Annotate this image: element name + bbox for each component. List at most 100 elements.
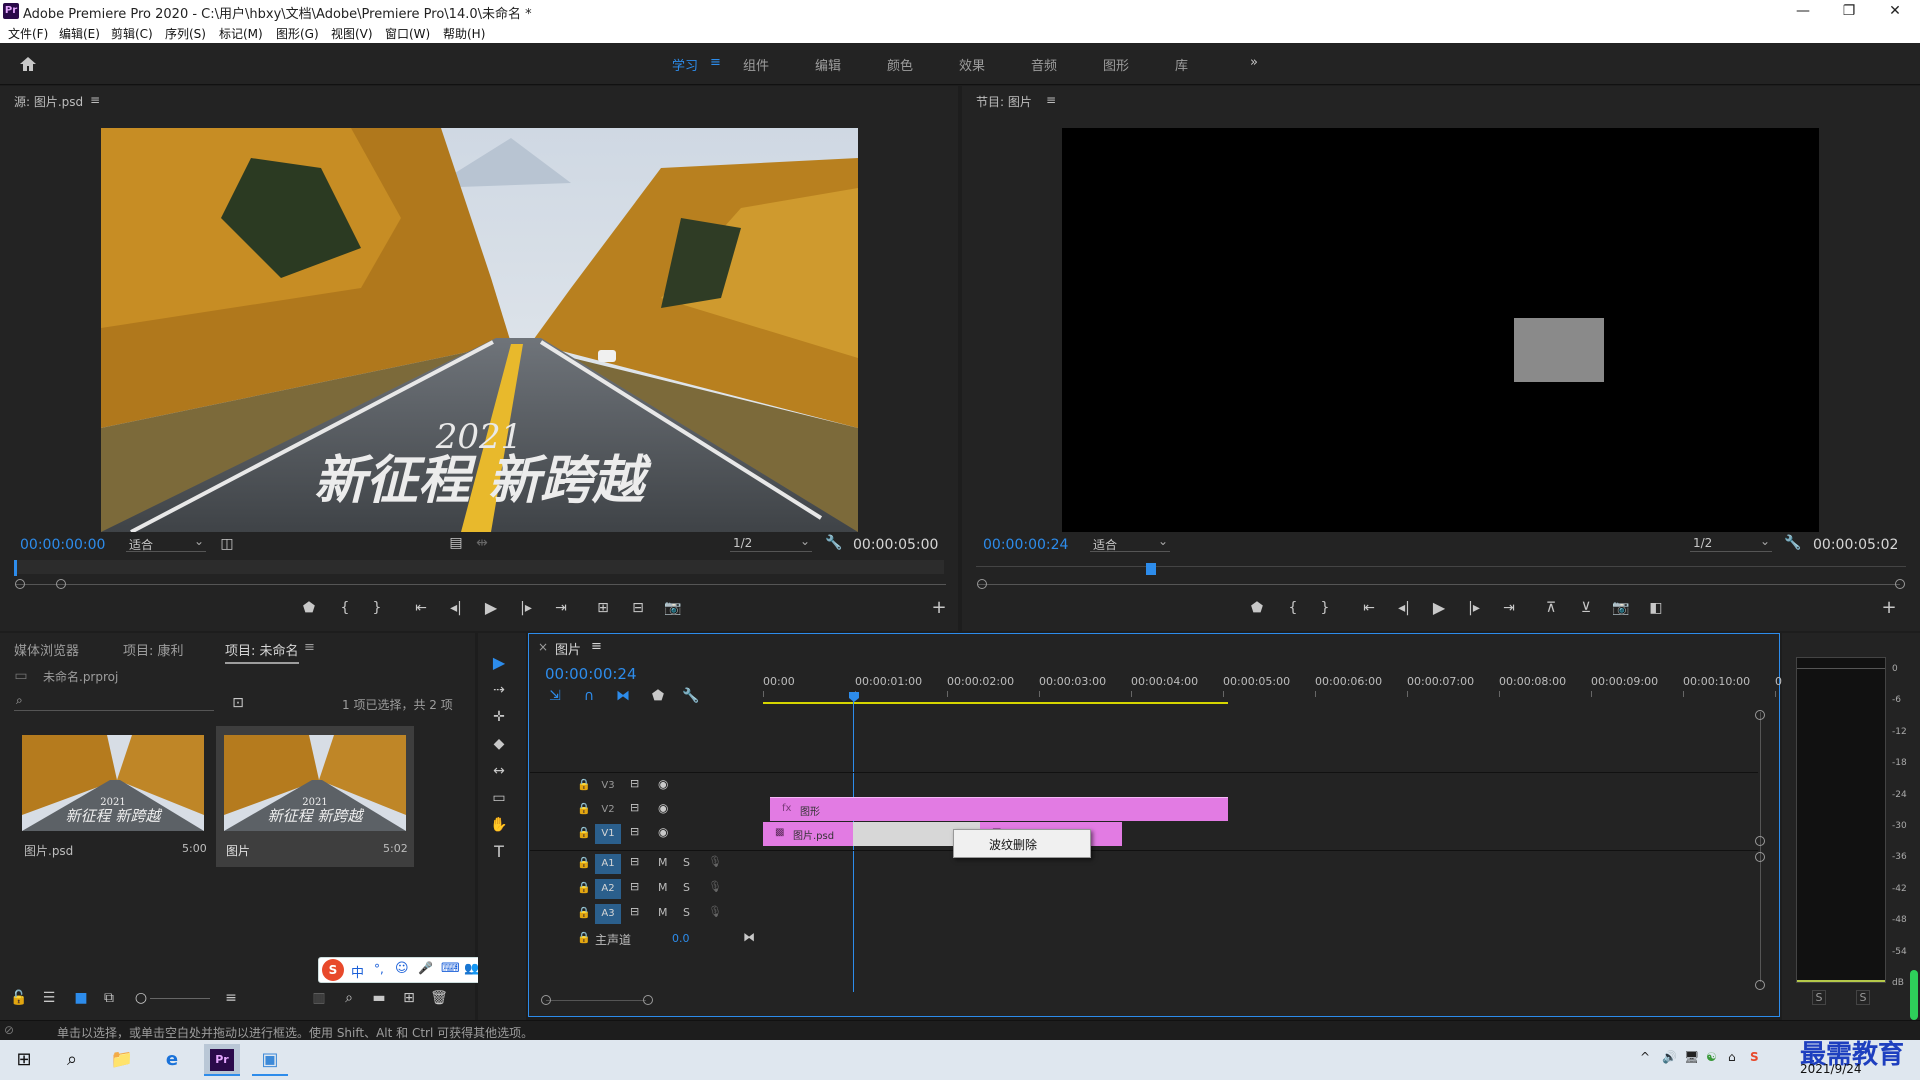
- zoom-slider[interactable]: [150, 998, 210, 999]
- step-forward-icon[interactable]: |▸: [517, 600, 535, 616]
- program-resolution-select[interactable]: 1/2: [1690, 534, 1772, 552]
- source-zoom-end-handle[interactable]: [56, 579, 66, 589]
- comparison-view-icon[interactable]: ◧: [1647, 600, 1665, 616]
- menu-help[interactable]: 帮助(H): [443, 25, 485, 42]
- ripple-edit-tool-icon[interactable]: ✛: [490, 709, 508, 725]
- program-go-to-out-icon[interactable]: ⇥: [1500, 600, 1518, 616]
- emoji-icon[interactable]: ☺: [395, 961, 409, 976]
- razor-tool-icon[interactable]: ◆: [490, 736, 508, 752]
- new-bin-icon[interactable]: ▬: [370, 990, 388, 1006]
- track-lock-icon[interactable]: 🔒: [577, 881, 591, 894]
- program-zoom-bar[interactable]: [978, 584, 1900, 585]
- menu-graphics[interactable]: 图形(G): [276, 25, 319, 42]
- source-add-button-icon[interactable]: +: [930, 599, 948, 617]
- step-back-icon[interactable]: ◂|: [447, 600, 465, 616]
- program-export-frame-icon[interactable]: 📷: [1612, 600, 1630, 616]
- go-to-in-icon[interactable]: ⇤: [412, 600, 430, 616]
- nest-icon[interactable]: ⇲: [546, 688, 564, 704]
- program-playhead[interactable]: [1146, 563, 1156, 575]
- volume-icon[interactable]: 🔊: [1662, 1050, 1677, 1064]
- program-monitor-title[interactable]: 节目: 图片: [976, 93, 1032, 110]
- timeline-ruler[interactable]: 00:00 00:00:01:00 00:00:02:00 00:00:03:00 00…: [763, 675, 1789, 705]
- program-play-icon[interactable]: ▶: [1430, 600, 1448, 616]
- project-sequence-name[interactable]: 图片: [226, 842, 250, 859]
- timeline-settings-icon[interactable]: 🔧: [682, 688, 700, 704]
- track-eye-icon[interactable]: ◉: [658, 825, 668, 839]
- ime-punctuation[interactable]: °,: [374, 962, 384, 976]
- clip-graphic-v2[interactable]: fx 图形: [770, 797, 1228, 821]
- v-scroll-handle[interactable]: [1755, 836, 1765, 846]
- track-target-label[interactable]: A2: [595, 879, 621, 899]
- program-step-forward-icon[interactable]: |▸: [1465, 600, 1483, 616]
- program-mark-in-icon[interactable]: {: [1284, 600, 1302, 616]
- master-track-volume[interactable]: 0.0: [672, 932, 690, 945]
- search-icon[interactable]: ⌕: [54, 1044, 90, 1076]
- clear-icon[interactable]: 🗑: [430, 990, 448, 1006]
- track-sync-lock-icon[interactable]: ⊟: [630, 880, 639, 893]
- track-lock-icon[interactable]: 🔒: [577, 906, 591, 919]
- track-sync-lock-icon[interactable]: ⊟: [630, 905, 639, 918]
- minimize-button[interactable]: —: [1780, 0, 1826, 22]
- ime-tray-icon[interactable]: S: [1750, 1050, 1759, 1064]
- lock-icon[interactable]: 🔓: [10, 990, 28, 1006]
- meter-scrollbar[interactable]: [1910, 970, 1918, 1020]
- menu-sequence[interactable]: 序列(S): [165, 25, 206, 42]
- track-eye-icon[interactable]: ◉: [658, 777, 668, 791]
- timeline-h-scrollbar[interactable]: [546, 1000, 646, 1001]
- project-item-psd[interactable]: 2021 新征程 新跨越: [22, 735, 208, 831]
- timeline-timecode[interactable]: 00:00:00:24: [545, 665, 637, 683]
- source-playhead[interactable]: [14, 560, 17, 576]
- track-lock-icon[interactable]: 🔒: [577, 826, 591, 839]
- track-target-label[interactable]: V1: [595, 824, 621, 844]
- users-icon[interactable]: 👥: [464, 961, 479, 975]
- windows-start-icon[interactable]: ⊞: [6, 1044, 42, 1076]
- track-lock-icon[interactable]: 🔒: [577, 802, 591, 815]
- track-select-tool-icon[interactable]: ⇢: [490, 682, 508, 698]
- workspace-effects[interactable]: 效果: [959, 55, 985, 74]
- extract-icon[interactable]: ⊻: [1577, 600, 1595, 616]
- source-wrench-icon[interactable]: 🔧: [825, 535, 843, 551]
- timeline-menu-icon[interactable]: ≡: [591, 639, 602, 654]
- type-tool-icon[interactable]: T: [490, 844, 508, 860]
- track-mic-icon[interactable]: 🎙: [708, 855, 722, 868]
- close-button[interactable]: ✕: [1872, 0, 1918, 22]
- rectangle-tool-icon[interactable]: ▭: [490, 790, 508, 806]
- source-drag-video-icon[interactable]: ▤: [447, 535, 465, 551]
- track-solo-button[interactable]: S: [683, 906, 690, 919]
- timeline-close-icon[interactable]: ×: [538, 640, 548, 654]
- source-timecode[interactable]: 00:00:00:00: [20, 537, 105, 553]
- home-icon[interactable]: [18, 55, 38, 73]
- icon-view-icon[interactable]: ■: [72, 990, 90, 1006]
- mark-in-icon[interactable]: {: [336, 600, 354, 616]
- selection-tool-icon[interactable]: ▶: [490, 655, 508, 671]
- workspace-more-icon[interactable]: »: [1250, 55, 1258, 70]
- track-target-label[interactable]: A3: [595, 904, 621, 924]
- freeform-view-icon[interactable]: ⧉: [100, 990, 118, 1006]
- timeline-tab[interactable]: 图片: [555, 639, 581, 658]
- source-fit-select[interactable]: 适合: [126, 534, 206, 552]
- track-mic-icon[interactable]: 🎙: [708, 905, 722, 918]
- hand-tool-icon[interactable]: ✋: [490, 817, 508, 833]
- slip-tool-icon[interactable]: ↔: [490, 763, 508, 779]
- clip-psd-v1[interactable]: ▩ 图片.psd: [763, 822, 853, 846]
- track-sync-lock-icon[interactable]: ⊟: [630, 777, 639, 790]
- workspace-graphics[interactable]: 图形: [1103, 55, 1129, 74]
- add-marker-icon[interactable]: ⬟: [300, 600, 318, 616]
- meter-solo-right[interactable]: S: [1856, 990, 1870, 1005]
- insert-icon[interactable]: ⊞: [594, 600, 612, 616]
- timeline-zoom-start-handle[interactable]: [541, 995, 551, 1005]
- track-lock-icon[interactable]: 🔒: [577, 856, 591, 869]
- program-mark-out-icon[interactable]: }: [1316, 600, 1334, 616]
- keyboard-icon[interactable]: ⌨: [441, 961, 460, 976]
- context-menu-ripple-delete[interactable]: 波纹删除: [989, 836, 1037, 853]
- workspace-learn[interactable]: 学习: [672, 55, 698, 74]
- work-area-bar[interactable]: [763, 702, 1228, 704]
- program-wrench-icon[interactable]: 🔧: [1784, 535, 1802, 551]
- meter-solo-left[interactable]: S: [1812, 990, 1826, 1005]
- workspace-editing[interactable]: 编辑: [815, 55, 841, 74]
- workspace-audio[interactable]: 音频: [1031, 55, 1057, 74]
- source-zoom-bar[interactable]: [16, 584, 946, 585]
- tab-media-browser[interactable]: 媒体浏览器: [14, 640, 79, 659]
- track-mute-button[interactable]: M: [658, 906, 668, 919]
- workspace-color[interactable]: 颜色: [887, 55, 913, 74]
